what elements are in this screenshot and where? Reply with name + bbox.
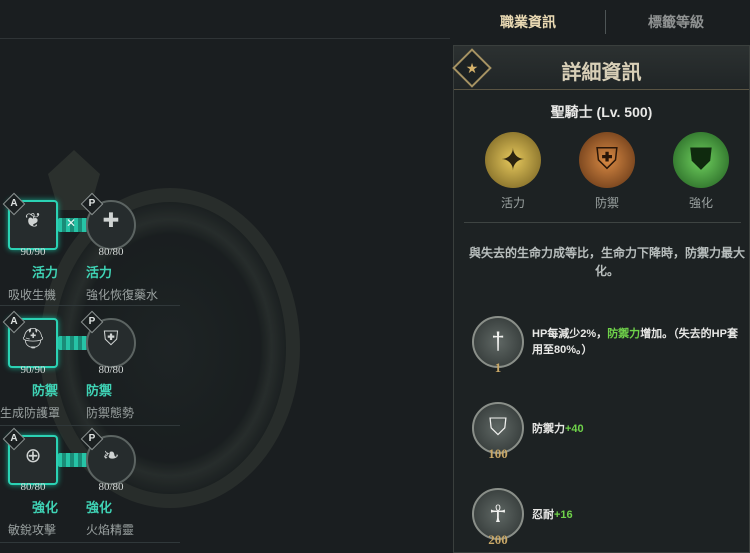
skill-name: 火焰精靈 [86,523,135,537]
armor-icon: ⛨ [103,328,119,350]
link-x-icon: ✕ [66,216,77,230]
skill-row-vitality: A ❦ 90/90 ✕ P ✚ 80/80 活力 活力 吸收生機 強化恢復藥水 [0,192,200,320]
dragon-icon: ❦ [24,210,42,232]
skill-link [58,336,88,350]
row-divider [0,425,180,426]
class-description: 與失去的生命力成等比，生命力下降時，防禦力最大化。 [468,246,745,278]
node-level: 200 [488,532,508,547]
node-level: 1 [494,360,502,375]
panel-header: ★ 詳細資訊 [452,46,749,90]
skill-count: 80/80 [20,481,46,493]
trait-vitality[interactable]: ✦ 活力 [478,132,548,211]
skill-name: 強化恢復藥水 [86,288,159,302]
skill-count: 80/80 [98,364,124,376]
top-divider [0,38,450,39]
skill-tree: A ❦ 90/90 ✕ P ✚ 80/80 活力 活力 吸收生機 強化恢復藥水 … [0,150,300,553]
row-divider [0,542,180,543]
trait-enhance[interactable]: ⛊ 強化 [666,132,736,211]
tab-bar: 職業資訊 標籤等級 [452,0,750,44]
passive-skill-slot[interactable]: P ✚ 80/80 [80,192,136,258]
panel-divider [464,222,741,223]
vitality-icon: ✦ [485,132,541,188]
passive-skill-slot[interactable]: P ⛨ 80/80 [80,310,136,376]
defense-icon: ⛨ [579,132,635,188]
class-name: 聖騎士 (Lv. 500) [550,104,653,120]
node-level: 100 [488,446,508,461]
skill-name: 吸收生機 [8,288,57,302]
panel-title: 詳細資訊 [561,62,642,84]
skill-row-defense: A ⛑ 90/90 P ⛨ 80/80 防禦 防禦 生成防護罩 防禦態勢 [0,310,200,438]
skill-name: 生成防護罩 [0,406,61,420]
skill-count: 80/80 [98,481,124,493]
trait-defense[interactable]: ⛨ 防禦 [572,132,642,211]
tab-separator [605,10,606,34]
details-panel: ★ 詳細資訊 聖騎士 (Lv. 500) ✦ 活力 ⛨ 防禦 ⛊ 強化 與失去的… [452,45,750,553]
tab-tag-level[interactable]: 標籤等級 [648,12,704,32]
skill-category: 活力 [86,265,113,280]
skill-name: 敏銳攻擊 [8,523,57,537]
target-icon: ⊕ [24,445,42,467]
trait-label: 防禦 [594,196,619,210]
row-divider [0,305,180,306]
node-description: HP每減少2%，防禦力增加。（失去的HP套用至80%。） [532,328,738,356]
skill-category: 強化 [32,500,59,515]
active-skill-slot[interactable]: A ⛑ 90/90 [2,310,58,376]
skill-name: 防禦態勢 [86,406,135,420]
skill-link [58,453,88,467]
flame-spirit-icon: ❧ [102,445,120,467]
node-description: 防禦力+40 [532,423,584,435]
passive-skill-slot[interactable]: P ❧ 80/80 [80,427,136,493]
skill-row-enhance: A ⊕ 80/80 P ❧ 80/80 強化 強化 敏銳攻擊 火焰精靈 [0,427,200,553]
skill-category: 防禦 [32,383,59,398]
trait-label: 活力 [500,196,525,210]
skill-category: 活力 [32,265,59,280]
active-skill-slot[interactable]: A ⊕ 80/80 [2,427,58,493]
active-skill-slot[interactable]: A ❦ 90/90 [2,192,58,258]
skill-category: 防禦 [86,383,113,398]
node-description: 忍耐+16 [532,509,573,521]
trait-label: 強化 [688,196,713,210]
skill-category: 強化 [86,500,113,515]
enhance-icon: ⛊ [673,132,729,188]
tab-class-info[interactable]: 職業資訊 [500,12,556,32]
skill-count: 80/80 [98,246,124,258]
hp-potion-icon: ✚ [102,210,120,232]
skill-count: 90/90 [20,246,46,258]
skill-count: 90/90 [20,364,46,376]
helmet-icon: ⛑ [20,328,46,350]
